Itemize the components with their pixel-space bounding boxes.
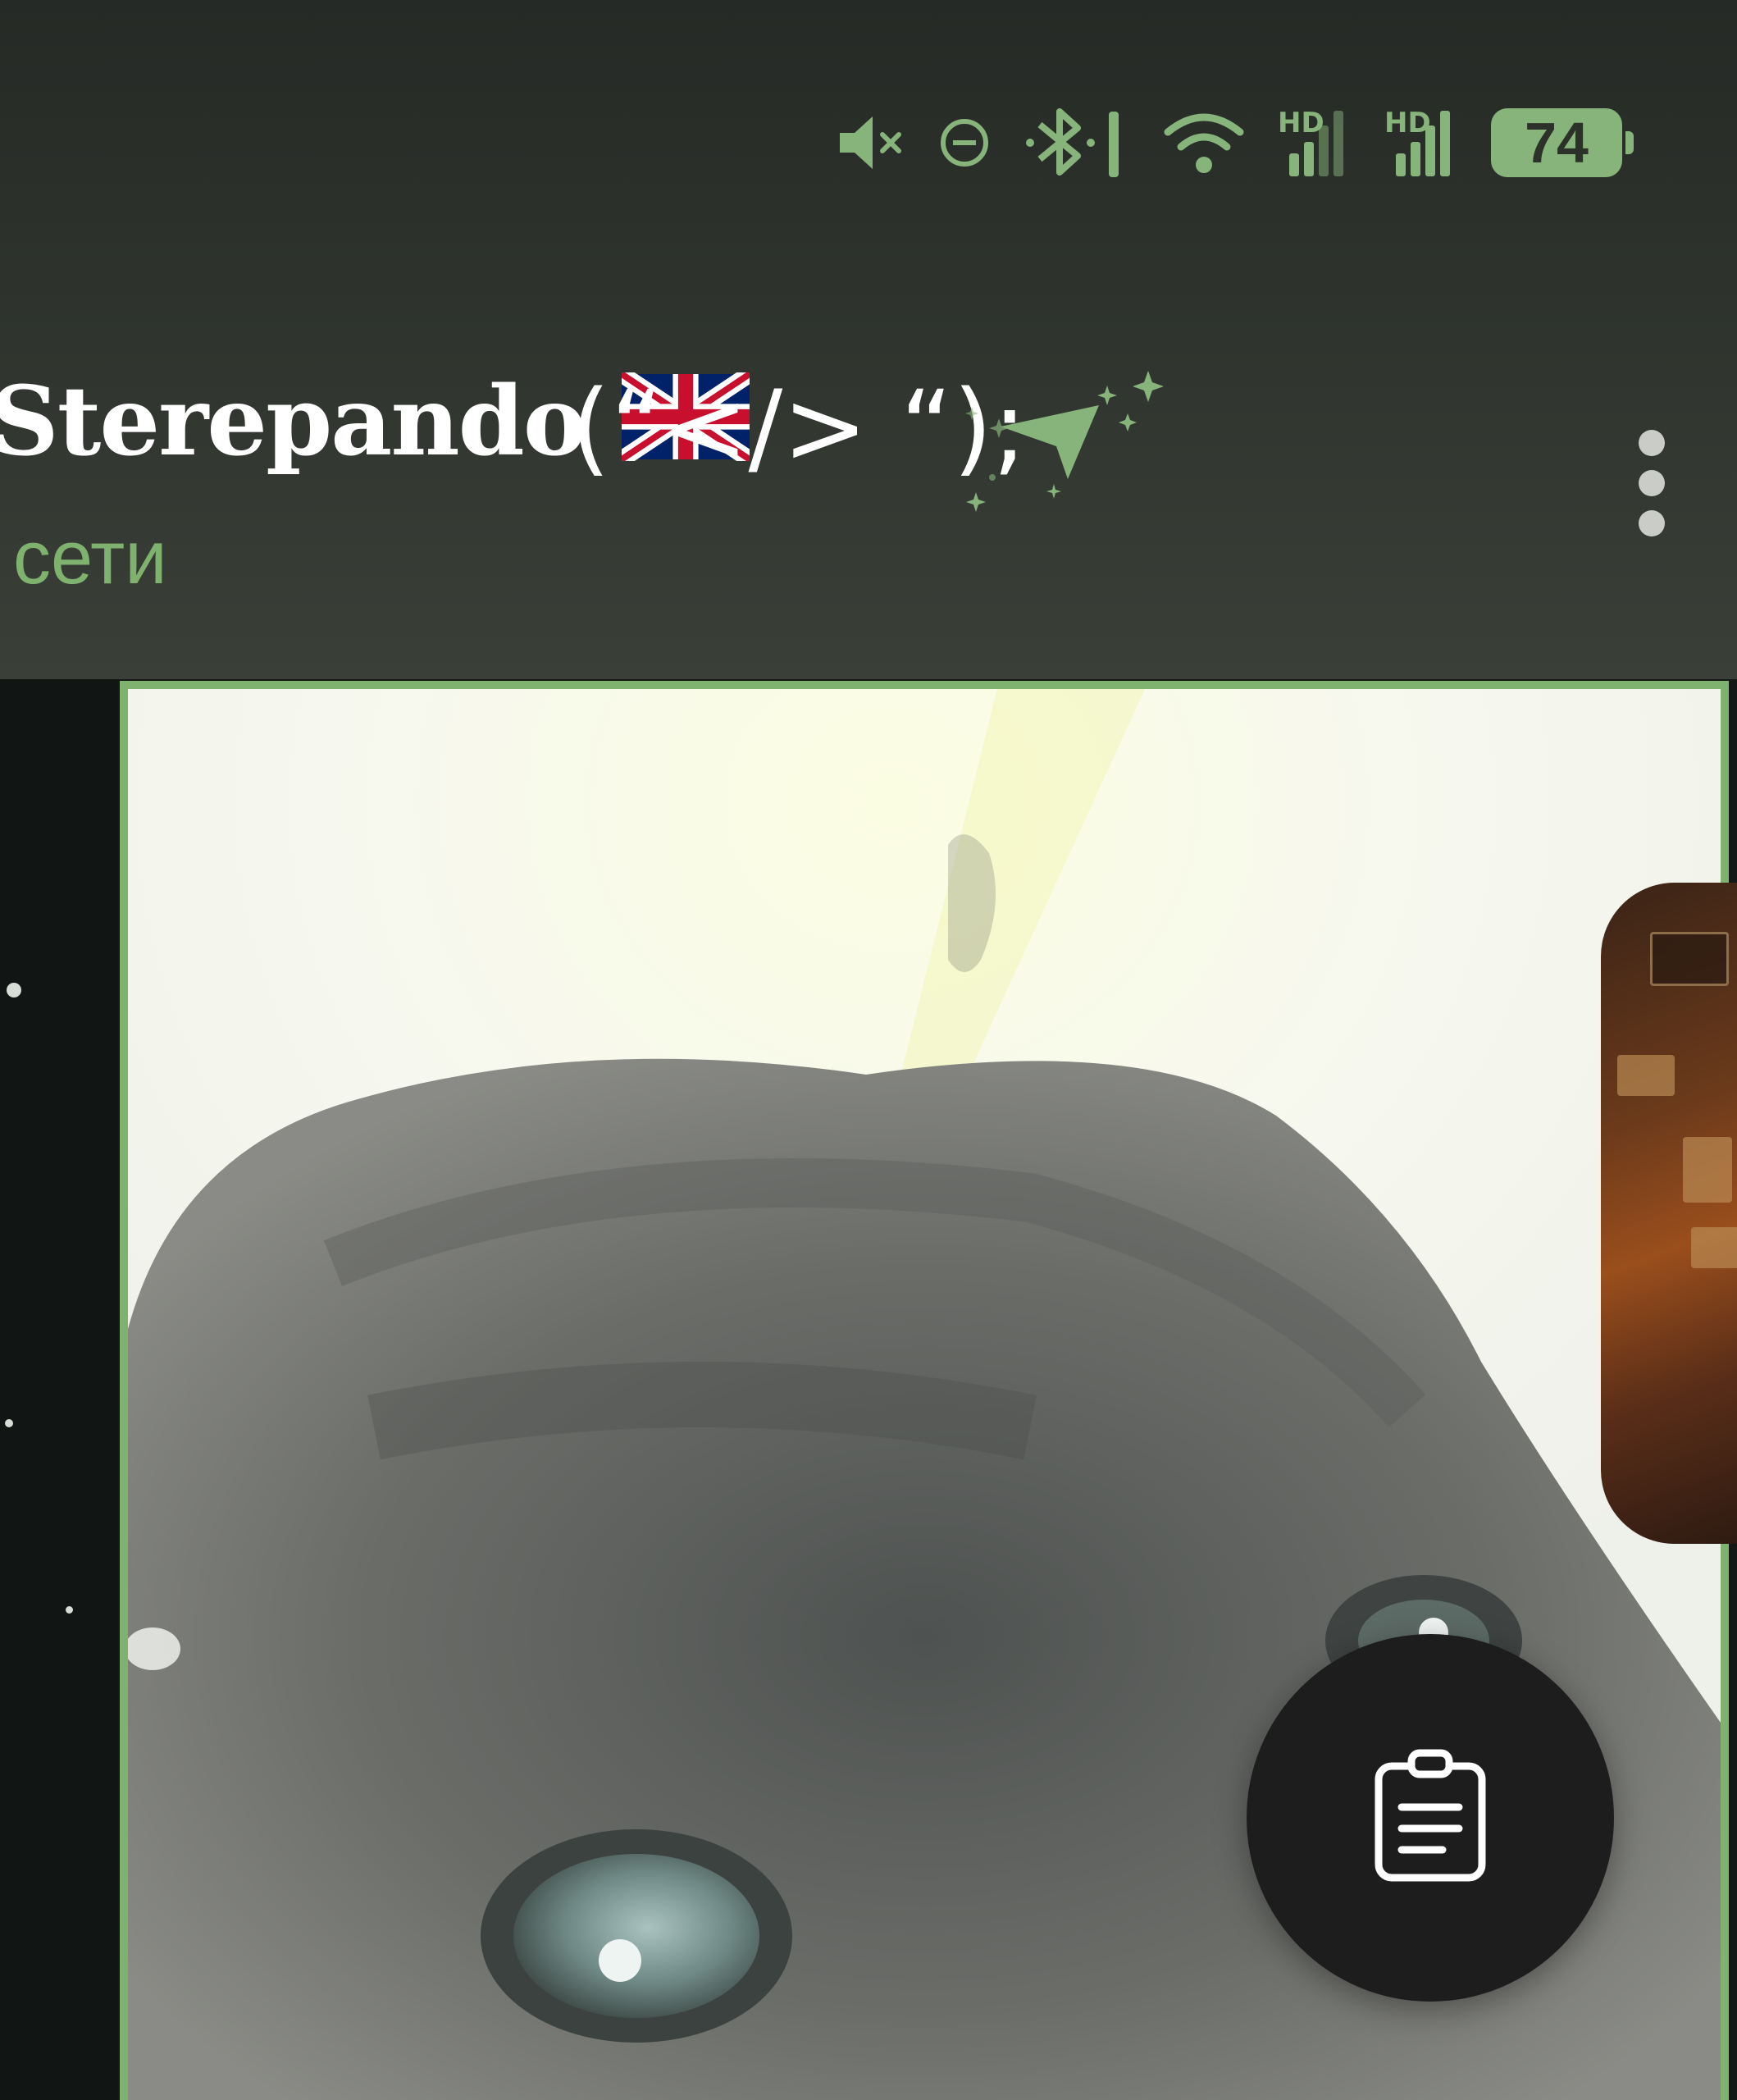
bluetooth-icon <box>1024 105 1130 180</box>
hd-signal-icon: HD <box>1278 106 1352 180</box>
svg-text:HD: HD <box>1384 107 1431 139</box>
battery-indicator: 74 <box>1491 108 1634 177</box>
self-view-video[interactable] <box>1601 883 1737 1544</box>
clipboard-button[interactable] <box>1247 1634 1614 2002</box>
online-status: сети <box>13 516 167 600</box>
hd-signal-icon: HD <box>1384 106 1458 180</box>
muted-volume-icon <box>837 110 905 176</box>
chat-header: HD HD 74 Sterepando (“</> “); сети <box>0 0 1737 679</box>
clipboard-icon <box>1369 1746 1492 1889</box>
premium-plane-icon <box>960 361 1173 545</box>
wifi-icon <box>1163 109 1245 176</box>
more-vertical-icon[interactable] <box>1627 430 1676 536</box>
svg-text:HD: HD <box>1278 107 1324 139</box>
do-not-disturb-icon <box>938 116 991 169</box>
chat-title-code: (“</> “); <box>571 369 1028 487</box>
background-strip <box>0 679 120 2100</box>
chat-name: Sterepando <box>0 366 586 477</box>
status-bar: HD HD 74 <box>837 105 1634 180</box>
battery-percent: 74 <box>1525 111 1589 175</box>
